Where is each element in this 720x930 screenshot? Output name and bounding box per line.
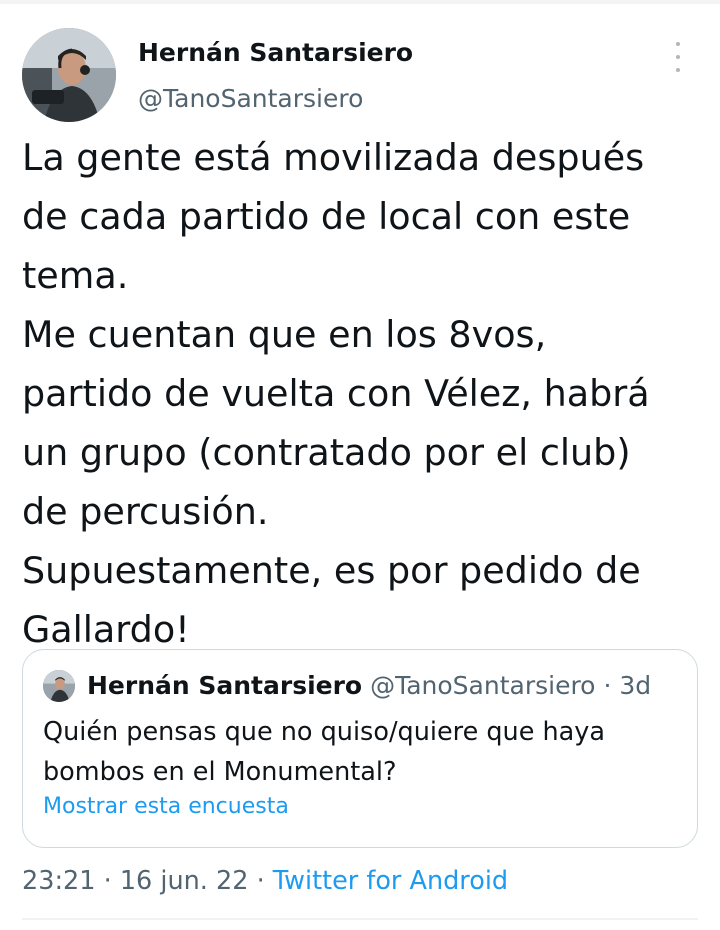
- more-dot: [676, 55, 680, 59]
- tweet-date[interactable]: 16 jun. 22: [120, 866, 249, 896]
- quoted-tweet-card[interactable]: Hernán Santarsiero @TanoSantarsiero · 3d…: [22, 649, 698, 848]
- quoted-tweet-text: Quién pensas que no quiso/quiere que hay…: [43, 717, 606, 787]
- quoted-author-name: Hernán Santarsiero: [87, 671, 363, 700]
- more-options-button[interactable]: [666, 42, 690, 72]
- quoted-separator: ·: [603, 671, 612, 700]
- tweet-text: La gente está movilizada después de cada…: [22, 136, 650, 651]
- tweet-source-link[interactable]: Twitter for Android: [273, 866, 508, 896]
- avatar-photo-icon: [43, 670, 75, 702]
- quoted-tweet-age: 3d: [619, 671, 652, 700]
- author-handle[interactable]: @TanoSantarsiero: [138, 84, 363, 113]
- quoted-tweet-header: Hernán Santarsiero @TanoSantarsiero · 3d: [87, 668, 651, 704]
- metadata-separator: ·: [256, 866, 265, 896]
- author-avatar[interactable]: [22, 28, 116, 122]
- author-display-name[interactable]: Hernán Santarsiero: [138, 38, 413, 67]
- show-poll-link[interactable]: Mostrar esta encuesta: [43, 794, 289, 819]
- avatar-photo-icon: [22, 28, 116, 122]
- more-dot: [676, 68, 680, 72]
- quoted-author-handle: @TanoSantarsiero: [370, 671, 596, 700]
- bottom-divider: [22, 918, 698, 920]
- tweet-header: Hernán Santarsiero @TanoSantarsiero: [22, 28, 702, 124]
- tweet-time[interactable]: 23:21: [22, 866, 96, 896]
- metadata-separator: ·: [103, 866, 112, 896]
- tweet-metadata: 23:21 · 16 jun. 22 · Twitter for Android: [22, 864, 508, 898]
- top-divider: [0, 0, 720, 4]
- tweet-detail-view: Hernán Santarsiero @TanoSantarsiero La g…: [0, 0, 720, 930]
- quoted-author-avatar: [43, 670, 75, 702]
- more-vertical-icon: [676, 42, 680, 46]
